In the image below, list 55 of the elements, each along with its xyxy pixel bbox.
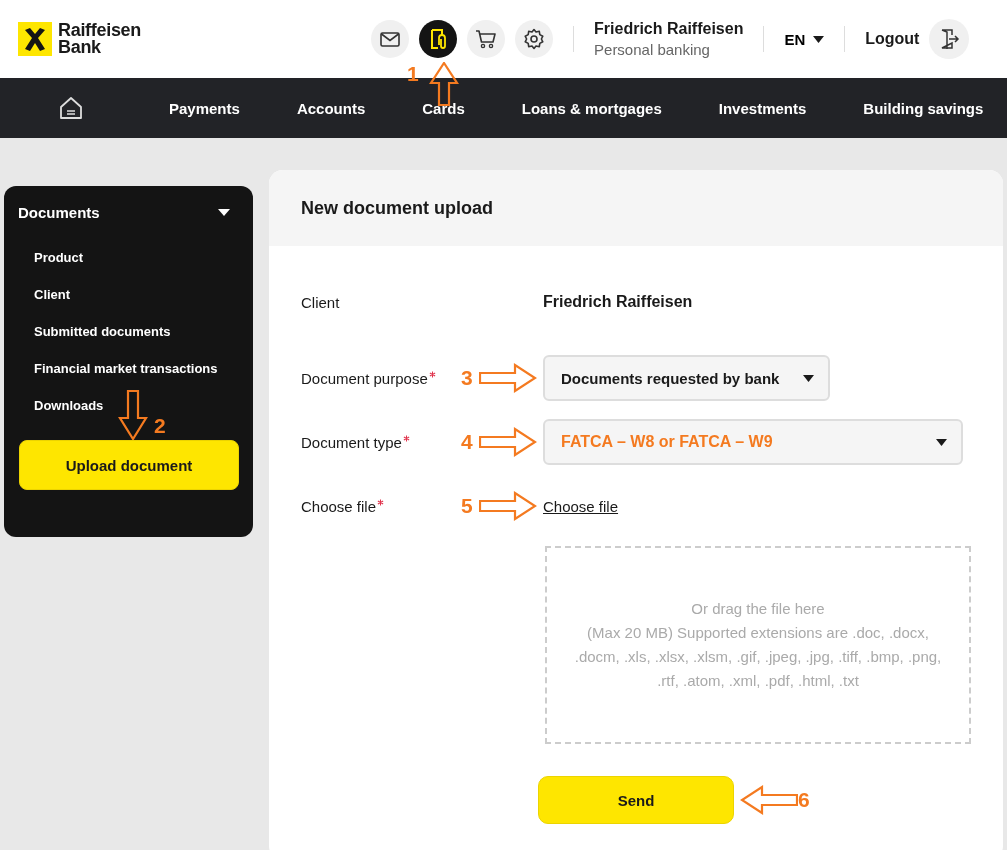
nav-item[interactable]: Accounts	[296, 99, 366, 117]
field-label: Choose file	[301, 497, 377, 515]
nav-item[interactable]: Investments	[718, 99, 807, 117]
field-label: Document type	[301, 433, 402, 451]
callout-number: 5	[461, 494, 473, 518]
mail-icon	[380, 32, 400, 47]
callout-number: 4	[461, 430, 473, 454]
user-role: Personal banking	[594, 41, 711, 58]
sidebar-item[interactable]: Submitted documents	[34, 324, 238, 339]
sidebar-item[interactable]: Product	[34, 250, 238, 265]
logout-link[interactable]: Logout	[865, 30, 920, 48]
caret-icon	[803, 374, 815, 382]
select-field[interactable]: Documents requested by bank	[543, 355, 831, 401]
caret-icon	[936, 438, 947, 446]
document-paperclip-icon	[431, 29, 446, 49]
drop-zone-title: Or drag the file here	[691, 599, 825, 619]
nav-item[interactable]: Loans & mortgages	[521, 99, 662, 117]
toolbar-button[interactable]	[515, 20, 554, 58]
client-name: Friedrich Raiffeisen	[543, 293, 693, 311]
nav-item[interactable]: Cards	[422, 99, 465, 117]
callout-arrow-icon	[118, 390, 148, 440]
toolbar-button[interactable]	[419, 20, 458, 58]
field-label: Document purpose	[301, 369, 428, 387]
callout-arrow-icon	[478, 363, 537, 393]
caret-icon	[813, 35, 825, 43]
send-button[interactable]: Send	[538, 776, 734, 824]
logout-icon	[941, 29, 960, 50]
callout-arrow-icon	[478, 427, 537, 457]
logout-button[interactable]	[929, 19, 970, 59]
form-title: New document upload	[301, 197, 493, 219]
caret-icon[interactable]	[218, 209, 230, 216]
settings-icon	[524, 28, 544, 50]
sidebar-item[interactable]: Financial market transactions	[34, 361, 238, 376]
cart-icon	[475, 30, 496, 49]
upload-document-button[interactable]: Upload document	[19, 440, 239, 490]
nav-item[interactable]: Payments	[169, 99, 240, 117]
nav-item[interactable]: Building savings	[863, 99, 984, 117]
sidebar-item[interactable]: Downloads	[34, 398, 238, 413]
toolbar-button[interactable]	[467, 20, 506, 58]
callout-arrow-icon	[740, 785, 798, 815]
field-label: Client	[301, 293, 340, 311]
sidebar-item[interactable]: Client	[34, 287, 238, 302]
choose-file-link[interactable]: Choose file	[543, 497, 619, 515]
callout-number: 3	[461, 366, 473, 390]
sidebar-section-title[interactable]: Documents	[18, 204, 100, 221]
home-icon[interactable]	[58, 95, 84, 121]
drop-zone-hint: (Max 20 MB) Supported extensions are .doc, .docx, .docm, .xls, .xlsx, .xlsm, .gif, .jpeg, .jpg, .tiff, .bmp, .png, .rtf, .atom, .xml, .pdf, .html, .txt	[573, 623, 943, 691]
logo-icon	[18, 22, 52, 56]
callout-arrow-icon	[478, 491, 537, 521]
callout-number: 6	[798, 788, 810, 812]
logo-text: Raiffeisen Bank	[58, 22, 142, 56]
callout-number: 2	[154, 414, 166, 438]
user-name: Friedrich Raiffeisen	[594, 20, 744, 38]
language-selector[interactable]: EN	[784, 30, 825, 48]
toolbar-button[interactable]	[371, 20, 410, 58]
